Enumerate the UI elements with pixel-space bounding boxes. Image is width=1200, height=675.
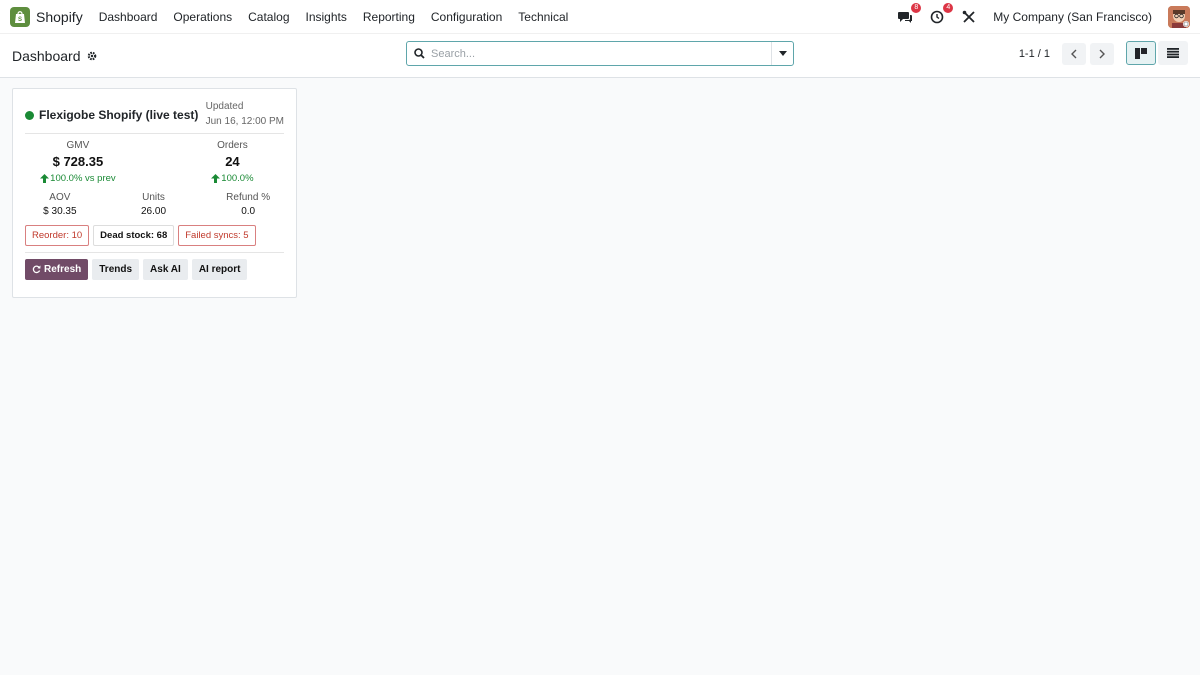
messages-badge: 8 [911,2,922,13]
kanban-view-button[interactable] [1126,41,1156,65]
menu-item-dashboard[interactable]: Dashboard [99,10,158,24]
store-name: Flexigobe Shopify (live test) [39,108,199,122]
menu-item-insights[interactable]: Insights [306,10,347,24]
refresh-button[interactable]: Refresh [25,259,89,280]
tools-icon [962,10,975,23]
updated-value: Jun 16, 12:00 PM [205,116,284,127]
list-icon [1167,48,1179,58]
arrow-up-icon [211,174,221,183]
shopify-logo-icon[interactable]: S [10,6,30,27]
gear-icon[interactable] [87,51,97,61]
top-navbar: S Shopify Dashboard Operations Catalog I… [0,0,1200,34]
updated-info: Updated Jun 16, 12:00 PM [206,99,284,129]
list-view-button[interactable] [1158,41,1188,65]
svg-text:S: S [18,17,22,23]
user-avatar[interactable] [1168,5,1190,28]
kpi-refund-label: Refund % [226,192,271,203]
chevron-left-icon [1071,49,1077,59]
view-switcher [1126,41,1188,65]
messages-button[interactable]: 8 [897,2,922,25]
search-input[interactable] [431,47,771,60]
ask-ai-button[interactable]: Ask AI [143,259,188,280]
chevron-right-icon [1099,49,1105,59]
kpi-orders: Orders 24 100.0% [131,140,284,184]
dead-stock-chip[interactable]: Dead stock: 68 [93,225,175,246]
company-switcher[interactable]: My Company (San Francisco) [993,10,1152,24]
activities-button[interactable]: 4 [929,2,954,25]
kpi-gmv: GMV $ 728.35 100.0% vs prev [25,140,131,184]
ai-report-button[interactable]: AI report [191,259,248,280]
search-bar [406,41,794,66]
menu-item-technical[interactable]: Technical [518,10,568,24]
arrow-up-icon [40,174,50,183]
kanban-icon [1135,47,1147,59]
store-dashboard-card[interactable]: Flexigobe Shopify (live test) Updated Ju… [12,88,297,298]
kpi-orders-label: Orders [217,140,248,151]
debug-tools-button[interactable] [961,9,977,25]
failed-syncs-chip[interactable]: Failed syncs: 5 [178,225,256,246]
systray: 8 4 My Company (San Francisco) [897,2,1190,28]
app-name[interactable]: Shopify [36,9,83,25]
search-icon [407,48,431,59]
trends-button[interactable]: Trends [92,259,140,280]
search-options-toggle[interactable] [771,42,793,65]
card-actions: Refresh Trends Ask AI AI report [25,259,284,280]
breadcrumb: Dashboard [12,48,97,64]
card-header: Flexigobe Shopify (live test) Updated Ju… [25,99,284,134]
caret-down-icon [778,51,787,56]
kpi-units-label: Units [142,192,165,203]
pager-next-button[interactable] [1090,43,1114,65]
kpi-aov-value: $ 30.35 [43,206,77,217]
page-title: Dashboard [12,47,81,64]
updated-label: Updated [205,101,244,112]
kpi-refund-value: 0.0 [241,206,256,217]
kpi-refund: Refund % 0.0 [212,192,284,217]
kpi-gmv-label: GMV [66,140,90,151]
alert-chips: Reorder: 10 Dead stock: 68 Failed syncs:… [25,225,284,253]
pager-previous-button[interactable] [1062,43,1086,65]
pager: 1-1 / 1 [1019,43,1114,65]
reorder-chip[interactable]: Reorder: 10 [25,225,90,246]
menu-item-reporting[interactable]: Reporting [363,10,415,24]
status-dot-icon [25,110,34,120]
control-panel: Dashboard 1-1 / 1 [0,34,1200,78]
menu-item-catalog[interactable]: Catalog [248,10,289,24]
menu-item-operations[interactable]: Operations [173,10,232,24]
main-menu: Dashboard Operations Catalog Insights Re… [99,10,569,24]
kpi-gmv-value: $ 728.35 [52,154,104,169]
kpi-units-value: 26.00 [140,206,167,217]
menu-item-configuration[interactable]: Configuration [431,10,502,24]
kpi-aov: AOV $ 30.35 [25,192,95,217]
kpi-row-primary: GMV $ 728.35 100.0% vs prev Orders 24 10… [25,140,284,184]
activities-badge: 4 [943,2,954,13]
kpi-orders-delta: 100.0% [181,173,284,184]
refresh-icon [32,265,41,274]
kpi-units: Units 26.00 [95,192,213,217]
chat-icon [897,11,912,23]
kpi-gmv-delta: 100.0% vs prev [25,173,131,184]
kpi-row-secondary: AOV $ 30.35 Units 26.00 Refund % 0.0 [25,192,284,217]
pager-value[interactable]: 1-1 / 1 [1019,48,1050,60]
kpi-aov-label: AOV [49,192,71,203]
kpi-orders-value: 24 [225,154,240,169]
clock-icon [930,10,944,23]
card-title: Flexigobe Shopify (live test) [25,108,198,122]
